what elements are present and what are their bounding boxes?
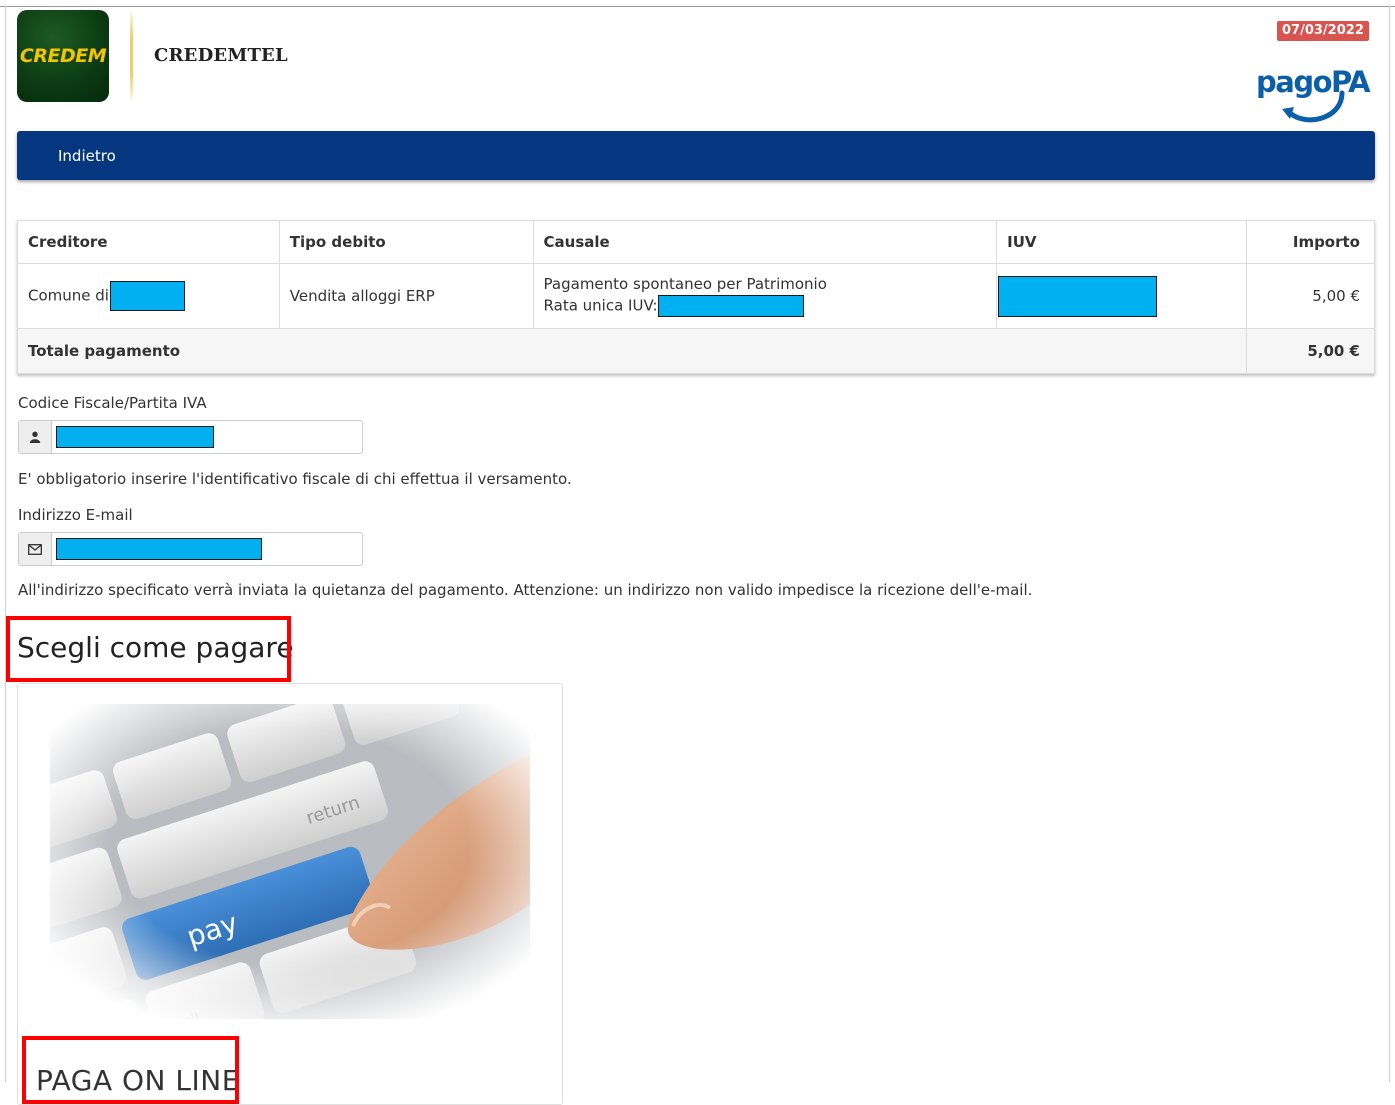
column-header-creditore: Creditore [17,220,280,264]
highlight-box-pay-online [22,1036,239,1104]
redacted-block [657,295,804,317]
cell-iuv [996,263,1248,329]
column-header-causale: Causale [532,220,998,264]
redacted-block [56,538,262,560]
back-link[interactable]: Indietro [58,147,116,165]
creditore-text: Comune di [28,286,109,305]
date-badge: 07/03/2022 [1277,21,1369,41]
causale-line-1: Pagamento spontaneo per Patrimonio [543,275,827,293]
column-header-importo: Importo [1246,220,1375,264]
fiscal-code-help: E' obbligatorio inserire l'identificativ… [18,470,572,488]
logo-text: CREDEM [19,45,107,67]
page-top-border [0,6,1395,7]
column-header-iuv: IUV [996,220,1248,264]
table-row: Comune di Vendita alloggi ERP Pagamento … [17,263,1375,329]
user-icon [19,421,52,453]
brand-name: CREDEMTEL [154,45,288,66]
top-navbar: Indietro [17,131,1375,180]
envelope-icon [19,533,52,565]
cell-causale: Pagamento spontaneo per Patrimonio Rata … [532,263,998,329]
table-total-row: Totale pagamento 5,00 € [16,328,1375,374]
highlight-box-section-title [6,616,291,682]
total-label: Totale pagamento [16,328,1248,374]
table-header-row: Creditore Tipo debito Causale IUV Import… [17,220,1375,264]
column-header-tipo-debito: Tipo debito [278,220,534,264]
page-right-border [1389,6,1390,1082]
pagopa-arrow-icon [1282,90,1345,123]
cell-tipo-debito: Vendita alloggi ERP [278,263,534,329]
cell-creditore: Comune di [17,263,280,329]
email-field[interactable] [18,532,363,566]
credem-logo[interactable]: CREDEM [17,10,109,102]
keyboard-pay-image: return § pay alt [50,704,530,1019]
fiscal-code-label: Codice Fiscale/Partita IVA [18,394,207,412]
cell-importo: 5,00 € [1246,263,1375,329]
logo-divider [130,8,133,104]
email-help: All'indirizzo specificato verrà inviata … [18,581,1033,599]
redacted-block [998,275,1158,317]
redacted-block [56,426,214,448]
payment-table: Creditore Tipo debito Causale IUV Import… [16,220,1375,374]
pagopa-logo: pagoPA [1256,65,1371,131]
total-value: 5,00 € [1246,328,1375,374]
causale-line-2-wrap: Rata unica IUV: [544,295,987,317]
fiscal-code-field[interactable] [18,420,363,454]
causale-line-2: Rata unica IUV: [543,296,658,315]
email-label: Indirizzo E-mail [18,506,133,524]
page-left-border [5,6,6,1082]
redacted-block [109,281,185,311]
